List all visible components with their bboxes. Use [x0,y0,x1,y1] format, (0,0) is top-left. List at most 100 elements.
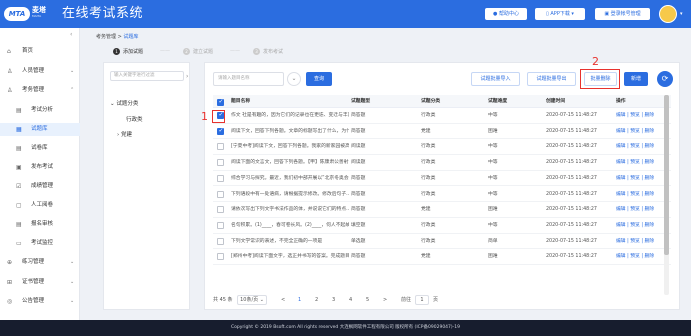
batch-import-button[interactable]: 试题批量导入 [471,72,520,86]
row-actions[interactable]: 编辑 | 预览 | 删除 [616,234,668,249]
breadcrumb-parent[interactable]: 考务管理 [96,34,116,40]
sidebar-item-personnel[interactable]: ♙ 人员管理 ⌄ [0,65,80,78]
search-button[interactable]: 查询 [306,72,332,86]
cell-time: 2020-07-15 11:48:27 [546,175,597,181]
account-label: 登录帐号管理 [610,11,641,17]
row-actions[interactable]: 编辑 | 预览 | 删除 [616,218,668,233]
avatar[interactable] [659,5,677,23]
row-actions[interactable]: 编辑 | 预览 | 删除 [616,249,668,264]
cell-name: 阅读下文，回答下列各题。文章的标题写出了什么，为什么... [231,128,349,134]
cell-name: 综合学习与探究。最近，我们初中部开展以“北京冬奥会”... [231,175,349,181]
cell-name: [郑州中考]阅读下面文字，选正并书写的答案。完成题目... [231,254,349,260]
cell-category: 行政类 [421,144,436,150]
row-checkbox[interactable] [217,174,224,182]
question-search-input[interactable]: 请输入题目名称 [213,72,284,86]
sidebar-item-paper-library[interactable]: ▤ 试卷库 [0,142,80,155]
page-number[interactable]: 3 [332,294,335,306]
row-checkbox[interactable] [217,237,224,245]
batch-export-button[interactable]: 试题批量导出 [527,72,576,86]
tree-node-admin[interactable]: 行政类 [126,115,143,123]
cell-type: 简答题 [351,207,366,213]
row-checkbox[interactable] [217,127,224,135]
tree-node-root[interactable]: ⌄ 试题分类 [110,99,138,107]
cell-name: 名句积累。(1)____，春可卷长风。(2)____，何人不起故... [231,222,349,228]
sidebar-item-scores[interactable]: ☑ 成绩管理 [0,180,80,193]
tree-node-label: 行政类 [126,117,143,123]
row-actions[interactable]: 编辑 | 预览 | 删除 [616,108,668,123]
sidebar-item-publish-exam[interactable]: ▣ 发布考试 [0,161,80,174]
row-checkbox[interactable] [217,190,224,198]
page-number[interactable]: 1 [298,294,301,306]
tree-node-party[interactable]: › 党建 [117,130,132,138]
page-number[interactable]: 2 [315,294,318,306]
row-actions[interactable]: 编辑 | 预览 | 删除 [616,139,668,154]
chevron-down-icon[interactable]: ▾ [680,11,683,17]
app-download-label: APP下载 [550,11,570,17]
table-row: 综合学习与探究。最近，我们初中部开展以“北京冬奥会”... 简答题 行政类 中等 202… [213,171,671,187]
cell-category: 党建 [421,254,431,260]
app-download-button[interactable]: ▯ APP下载 ▾ [535,8,585,20]
page-number[interactable]: 5 [366,294,369,306]
refresh-icon[interactable]: ⟳ [657,71,673,87]
sidebar-item-registration-review[interactable]: ▤ 报名审核 [0,218,80,231]
row-checkbox[interactable] [217,253,224,261]
step-create-paper: 2 建立试题 [183,48,213,55]
sidebar-item-announcements[interactable]: ◎ 公告管理 ⌄ [0,295,80,308]
sidebar-item-label: 试卷库 [31,145,48,151]
sidebar-item-exam-affairs[interactable]: ♙ 考务管理 ⌃ [0,84,80,97]
row-actions[interactable]: 编辑 | 预览 | 删除 [616,202,668,217]
cell-type: 简答题 [351,113,366,118]
sidebar-item-home[interactable]: ⌂ 首页 [0,45,80,58]
row-checkbox[interactable] [217,206,224,214]
row-checkbox[interactable] [217,143,224,151]
add-question-button[interactable]: 新增 [624,72,648,86]
chevron-down-icon[interactable]: ⌄ [287,72,301,86]
page-number[interactable]: 4 [349,294,352,306]
prev-page-button[interactable]: < [281,294,285,306]
column-header: 创建时间 [546,99,566,104]
cell-type: 简答题 [351,128,366,134]
row-actions[interactable]: 编辑 | 预览 | 删除 [616,155,668,170]
sidebar-item-label: 发布考试 [31,164,54,170]
table-row: [郑州中考]阅读下面文字，选正并书写的答案。完成题目... 简答题 党建 困难 2020… [213,249,671,265]
score-icon: ☑ [16,183,22,190]
grading-icon: ▢ [16,202,22,209]
person-icon: ♙ [7,87,13,94]
sidebar-item-manual-grading[interactable]: ▢ 人工阅卷 [0,199,80,212]
page-size-select[interactable]: 10条/页 ⌄ [237,295,267,305]
logo: MTA [4,7,30,21]
select-all-checkbox[interactable] [217,98,224,106]
sidebar-item-practice[interactable]: ⊕ 练习管理 ⌄ [0,256,80,269]
breadcrumb-current: 试题库 [123,34,139,40]
sidebar-item-label: 成绩管理 [31,183,54,189]
row-actions[interactable]: 编辑 | 预览 | 删除 [616,187,668,202]
goto-page-input[interactable]: 1 [415,295,429,305]
help-center-button[interactable]: ● 帮助中心 [485,8,527,20]
question-bank-icon: ▦ [16,126,22,133]
sidebar-item-question-bank[interactable]: ▦ 试题库 [0,123,80,136]
row-checkbox[interactable] [217,221,224,229]
row-actions[interactable]: 编辑 | 预览 | 删除 [616,171,668,186]
row-checkbox[interactable] [217,159,224,167]
chevron-right-icon[interactable]: › [186,73,188,80]
tree-node-label: 党建 [120,132,132,138]
cell-category: 行政类 [421,238,436,244]
row-actions[interactable]: 编辑 | 预览 | 删除 [616,124,668,139]
sidebar-item-label: 证书管理 [22,279,45,285]
scroll-thumb[interactable] [664,95,669,255]
collapse-icon[interactable]: ‹ [70,31,72,38]
help-center-label: 帮助中心 [498,11,519,17]
cell-category: 行政类 [421,175,436,181]
next-page-button[interactable]: > [383,294,387,306]
chevron-up-icon: ⌃ [70,87,75,93]
sidebar-item-exam-analysis[interactable]: ▤ 考试分析 [0,104,80,117]
step-label: 发布考试 [263,49,284,55]
sidebar-item-exam-monitor[interactable]: ▭ 考试监控 [0,237,80,250]
table-scrollbar[interactable] [664,95,669,295]
sidebar-item-certificates[interactable]: ⊞ 证书管理 ⌄ [0,276,80,289]
account-button[interactable]: ▣ 登录帐号管理 [595,8,650,20]
cell-time: 2020-07-15 11:48:27 [546,222,597,228]
question-list-panel: 请输入题目名称 ⌄ 查询 试题批量导入 试题批量导出 批量删除 新增 ⟳ 题目名… [204,62,680,310]
home-icon: ⌂ [7,48,11,55]
tree-filter-input[interactable]: 输入关键字进行过滤 [110,71,184,81]
